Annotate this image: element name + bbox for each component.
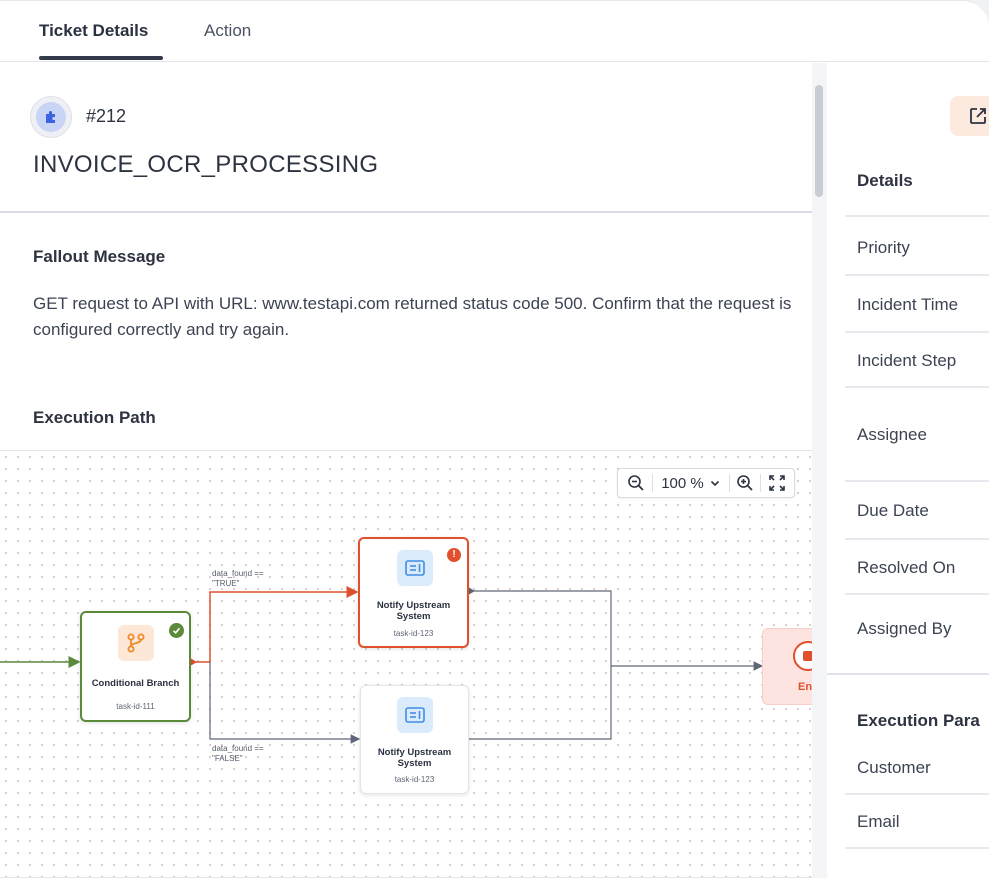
node-task-id: task-id-123 [393, 629, 434, 638]
node-name: En [798, 681, 812, 693]
detail-label-assignee: Assignee [857, 425, 927, 444]
divider [845, 386, 989, 388]
node-notify-upstream-false[interactable]: Notify Upstream System task-id-123 [360, 685, 469, 794]
node-name: Conditional Branch [91, 678, 180, 689]
divider [729, 474, 730, 492]
edge-true [192, 586, 359, 663]
page-title: INVOICE_OCR_PROCESSING [33, 151, 379, 178]
node-name: Notify Upstream System [377, 747, 452, 769]
edge-label-false: data_found == "FALSE" [212, 744, 264, 763]
param-label-customer: Customer [857, 758, 931, 777]
execution-path-canvas[interactable]: data_found == "TRUE" data_found == "FALS… [0, 451, 812, 878]
divider [760, 474, 761, 492]
edge-false [209, 662, 361, 744]
details-heading: Details [857, 171, 913, 190]
zoom-level-select[interactable]: 100 % [656, 469, 726, 497]
tab-action[interactable]: Action [204, 21, 251, 41]
detail-label-incident-step: Incident Step [857, 351, 957, 370]
scrollbar[interactable] [812, 63, 827, 878]
edge-notify-port [468, 587, 475, 595]
open-external-button[interactable] [950, 96, 989, 136]
node-name: Notify Upstream System [376, 600, 451, 622]
chevron-down-icon [710, 480, 719, 487]
edge-branch-port [190, 658, 197, 666]
ticket-id: #212 [86, 106, 127, 126]
detail-label-priority: Priority [857, 238, 910, 257]
divider [827, 673, 989, 675]
detail-label-resolved-on: Resolved On [857, 558, 956, 577]
execution-path-heading: Execution Path [33, 408, 156, 427]
divider [845, 847, 989, 849]
ticket-avatar [30, 96, 72, 138]
divider [845, 793, 989, 795]
divider [845, 480, 989, 482]
external-link-icon [970, 108, 986, 124]
tab-bar: Ticket Details Action [0, 1, 989, 62]
node-task-id: task-id-111 [116, 702, 155, 711]
fallout-heading: Fallout Message [33, 247, 166, 266]
active-tab-indicator [39, 56, 163, 60]
puzzle-icon [36, 102, 66, 132]
zoom-toolbar: 100 % [617, 468, 795, 498]
detail-label-due-date: Due Date [857, 501, 929, 520]
error-alert-icon: ! [447, 548, 461, 562]
fullscreen-button[interactable] [765, 469, 789, 497]
scrollbar-thumb[interactable] [815, 85, 823, 197]
divider [845, 331, 989, 333]
zoom-in-icon [737, 475, 753, 491]
zoom-out-icon [628, 475, 644, 491]
fallout-message: GET request to API with URL: www.testapi… [33, 294, 792, 339]
ticket-card: Ticket Details Action #212 INVOICE_OCR_P… [0, 0, 989, 878]
ticket-header: #212 INVOICE_OCR_PROCESSING [0, 63, 812, 213]
divider [652, 474, 653, 492]
ticket-main-panel: #212 INVOICE_OCR_PROCESSING Fallout Mess… [0, 63, 812, 878]
node-end[interactable]: En [762, 628, 812, 705]
tab-ticket-details[interactable]: Ticket Details [39, 21, 148, 41]
stop-icon [793, 641, 812, 671]
divider [845, 538, 989, 540]
detail-label-assigned-by: Assigned By [857, 619, 952, 638]
edge-merge-true [469, 590, 612, 740]
success-check-icon [169, 623, 184, 638]
zoom-level-value: 100 % [661, 474, 704, 492]
notification-icon [397, 697, 433, 733]
edge-label-true: data_found == "TRUE" [212, 569, 264, 588]
branch-icon [118, 625, 154, 661]
node-task-id: task-id-123 [394, 775, 435, 784]
execution-params-heading: Execution Para [857, 711, 980, 730]
divider [845, 593, 989, 595]
node-conditional-branch[interactable]: Conditional Branch task-id-111 [80, 611, 191, 722]
notification-icon [397, 550, 433, 586]
zoom-out-button[interactable] [624, 469, 648, 497]
node-notify-upstream-true[interactable]: ! Notify Upstream System task-id-123 [358, 537, 469, 648]
divider [845, 215, 989, 217]
details-panel: Details Priority Incident Time Incident … [827, 63, 989, 878]
zoom-in-button[interactable] [733, 469, 757, 497]
divider [845, 274, 989, 276]
param-label-email: Email [857, 812, 900, 831]
detail-label-incident-time: Incident Time [857, 295, 959, 314]
expand-icon [769, 475, 785, 491]
